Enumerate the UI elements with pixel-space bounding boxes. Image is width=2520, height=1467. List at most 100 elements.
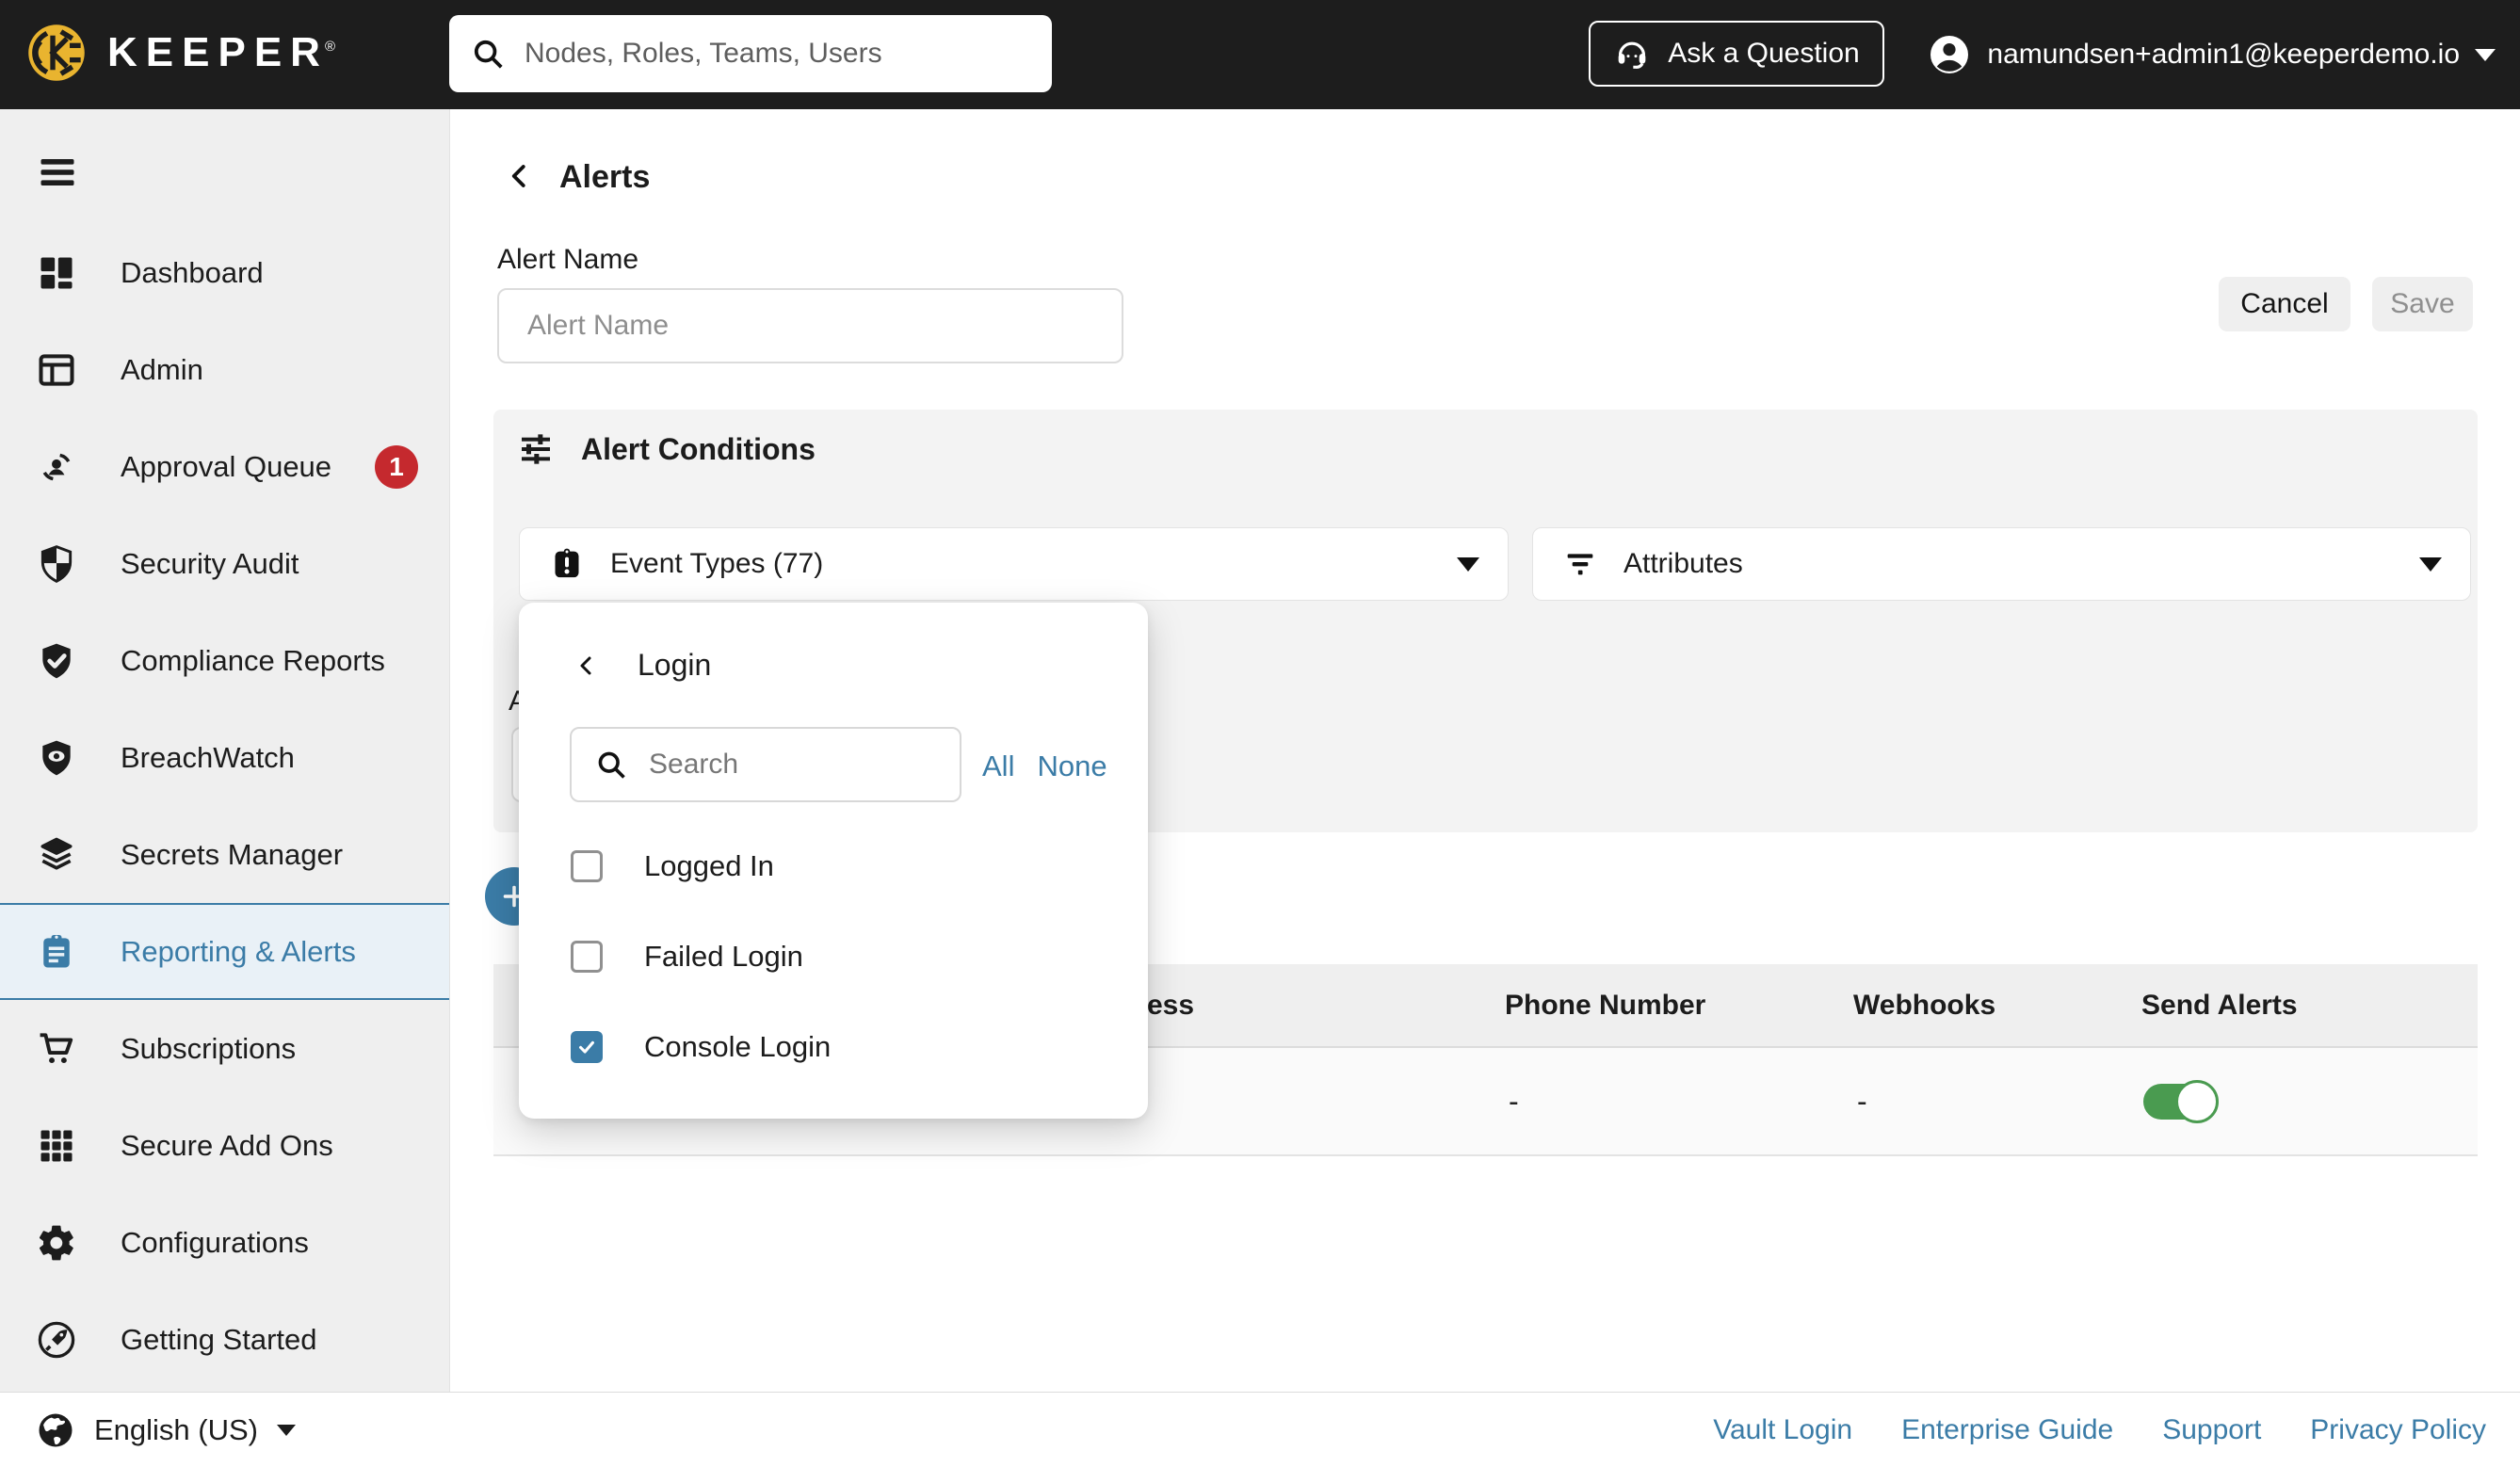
globe-icon (39, 1413, 73, 1446)
language-label: English (US) (94, 1412, 258, 1446)
chevron-left-icon (511, 165, 525, 187)
hamburger-menu-icon[interactable] (36, 153, 79, 192)
option-label: Logged In (644, 849, 774, 882)
approval-queue-icon (42, 453, 71, 480)
admin-icon (39, 353, 74, 386)
option-label: Failed Login (644, 940, 803, 973)
search-icon (598, 751, 625, 779)
footer-links: Vault Login Enterprise Guide Support Pri… (1713, 1414, 2486, 1446)
keeper-logo-icon (28, 24, 85, 81)
brand-name: KEEPER® (107, 29, 336, 75)
global-search (449, 15, 1052, 92)
dropdown-back-button[interactable] (575, 650, 598, 682)
alert-conditions-header: Alert Conditions (517, 430, 816, 468)
user-email: namundsen+admin1@keeperdemo.io (1987, 39, 2460, 70)
sidebar-item-label: Secure Add Ons (121, 1128, 333, 1162)
ask-a-question-label: Ask a Question (1668, 38, 1860, 69)
sidebar-item-label: Approval Queue (121, 449, 332, 483)
reporting-alerts-icon (43, 934, 70, 967)
global-search-input[interactable] (523, 37, 1031, 71)
webhooks-cell: - (1857, 1084, 1867, 1118)
footer: English (US) Vault Login Enterprise Guid… (0, 1392, 2520, 1467)
enterprise-guide-link[interactable]: Enterprise Guide (1901, 1414, 2113, 1446)
phone-number-cell: - (1509, 1084, 1519, 1118)
toggle-knob (2175, 1079, 2219, 1123)
sidebar-item-compliance-reports[interactable]: Compliance Reports (0, 612, 449, 709)
secrets-manager-icon (40, 837, 73, 870)
dropdown-category-title: Login (638, 648, 712, 682)
column-header-phone-number: Phone Number (1505, 989, 1706, 1021)
caret-down-icon (1457, 556, 1479, 572)
registered-mark: ® (324, 39, 336, 55)
attributes-select[interactable]: Attributes (1532, 527, 2471, 601)
sidebar-item-label: Getting Started (121, 1322, 317, 1356)
dashboard-icon (40, 257, 73, 288)
sidebar-item-label: Dashboard (121, 255, 264, 289)
alert-name-input[interactable] (497, 288, 1123, 363)
send-alerts-toggle[interactable] (2143, 1078, 2219, 1125)
option-console-login[interactable]: Console Login (571, 1030, 831, 1064)
sidebar-item-security-audit[interactable]: Security Audit (0, 515, 449, 612)
language-selector[interactable]: English (US) (36, 1411, 296, 1450)
search-icon (474, 40, 503, 69)
sidebar-item-reporting-alerts[interactable]: Reporting & Alerts (0, 903, 449, 1000)
sidebar-item-label: Reporting & Alerts (121, 934, 356, 968)
checkbox-checked[interactable] (571, 1031, 603, 1063)
subscriptions-icon (40, 1032, 73, 1063)
event-types-select[interactable]: Event Types (77) (519, 527, 1509, 601)
support-link[interactable]: Support (2162, 1414, 2261, 1446)
user-account-menu[interactable]: namundsen+admin1@keeperdemo.io (1927, 0, 2496, 109)
sidebar-item-approval-queue[interactable]: Approval Queue 1 (0, 418, 449, 515)
cancel-button[interactable]: Cancel (2219, 277, 2350, 331)
check-icon (579, 1040, 594, 1054)
filter-icon (1567, 554, 1593, 575)
option-label: Console Login (644, 1030, 832, 1063)
caret-down-icon (2475, 48, 2496, 61)
sidebar-item-label: Compliance Reports (121, 643, 385, 677)
page-title: Alerts (559, 159, 651, 195)
sidebar-item-label: Security Audit (121, 546, 299, 580)
attributes-label: Attributes (1623, 548, 1743, 579)
dropdown-search-input[interactable] (647, 748, 937, 782)
sidebar-item-label: Configurations (121, 1225, 309, 1259)
sidebar-item-configurations[interactable]: Configurations (0, 1194, 449, 1291)
vault-login-link[interactable]: Vault Login (1713, 1414, 1852, 1446)
compliance-reports-icon (42, 643, 71, 678)
secure-add-ons-icon (40, 1130, 73, 1161)
topbar: KEEPER® Ask a Question na (0, 0, 2520, 109)
sidebar-item-secrets-manager[interactable]: Secrets Manager (0, 806, 449, 903)
keeper-brand: KEEPER® (24, 21, 339, 85)
sidebar-item-label: Secrets Manager (121, 837, 344, 871)
ask-a-question-button[interactable]: Ask a Question (1589, 21, 1884, 87)
privacy-policy-link[interactable]: Privacy Policy (2310, 1414, 2486, 1446)
breachwatch-icon (42, 740, 71, 775)
save-button[interactable]: Save (2372, 277, 2473, 331)
back-button[interactable] (506, 154, 543, 198)
caret-down-icon (277, 1424, 296, 1436)
sidebar-item-label: Admin (121, 352, 203, 386)
column-header-send-alerts: Send Alerts (2141, 989, 2298, 1021)
sidebar: Dashboard Admin Approval Queue 1 Securit… (0, 109, 450, 1392)
dropdown-header: Login (575, 648, 711, 683)
sidebar-nav: Dashboard Admin Approval Queue 1 Securit… (0, 224, 449, 1388)
option-failed-login[interactable]: Failed Login (571, 940, 803, 974)
sidebar-item-breachwatch[interactable]: BreachWatch (0, 709, 449, 806)
column-header-partial: ess (1147, 989, 1195, 1021)
sidebar-item-getting-started[interactable]: Getting Started (0, 1291, 449, 1388)
approval-queue-badge: 1 (375, 444, 418, 489)
select-none-link[interactable]: None (1037, 750, 1107, 783)
checkbox-unchecked[interactable] (571, 850, 603, 882)
sidebar-item-admin[interactable]: Admin (0, 321, 449, 418)
alert-conditions-title: Alert Conditions (581, 431, 816, 466)
checkbox-unchecked[interactable] (571, 941, 603, 973)
option-logged-in[interactable]: Logged In (571, 849, 774, 883)
select-all-link[interactable]: All (982, 750, 1014, 783)
keeper-admin-console: KEEPER® Ask a Question na (0, 0, 2520, 1467)
getting-started-icon (38, 1321, 75, 1358)
sidebar-item-dashboard[interactable]: Dashboard (0, 224, 449, 321)
user-avatar-icon (1930, 36, 1969, 73)
configurations-icon (39, 1225, 73, 1260)
select-quick-links: All None (982, 750, 1107, 783)
sidebar-item-secure-add-ons[interactable]: Secure Add Ons (0, 1097, 449, 1194)
sidebar-item-subscriptions[interactable]: Subscriptions (0, 1000, 449, 1097)
